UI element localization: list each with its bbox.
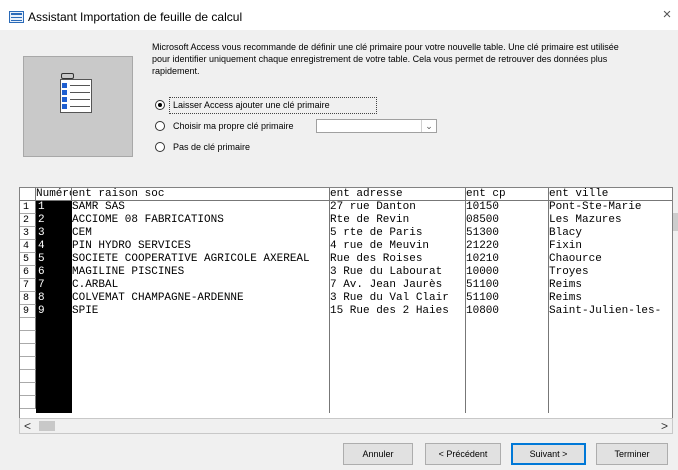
row-number[interactable]: 2 <box>20 214 36 227</box>
option-label: Choisir ma propre clé primaire <box>173 121 294 131</box>
row-number[interactable]: 7 <box>20 279 36 292</box>
column-header[interactable]: ent cp <box>466 188 549 201</box>
table-cell: 3 <box>38 227 45 239</box>
row-number[interactable] <box>20 370 36 383</box>
table-cell: 51100 <box>466 279 549 292</box>
previous-button[interactable]: < Précédent <box>425 443 501 465</box>
option-label: Pas de clé primaire <box>173 142 251 152</box>
title-bar: Assistant Importation de feuille de calc… <box>0 0 678 30</box>
table-cell: 7 <box>38 279 45 291</box>
table-cell: 7 Av. Jean Jaurès <box>330 279 466 292</box>
table-cell: PIN HYDRO SERVICES <box>72 240 330 253</box>
table-cell: SPIE <box>72 305 330 318</box>
table-cell: SOCIETE COOPERATIVE AGRICOLE AXEREAL <box>72 253 330 266</box>
wizard-illustration <box>23 56 133 157</box>
row-number[interactable] <box>20 344 36 357</box>
primary-key-combo[interactable]: ⌄ <box>316 119 437 133</box>
row-number[interactable]: 9 <box>20 305 36 318</box>
table-cell: 27 rue Danton <box>330 201 466 214</box>
window-title: Assistant Importation de feuille de calc… <box>28 10 243 24</box>
cancel-button[interactable]: Annuler <box>343 443 413 465</box>
data-preview-grid[interactable]: Numéro ent raison soc ent adresse ent cp… <box>19 187 673 419</box>
table-cell: Rte de Revin <box>330 214 466 227</box>
next-button[interactable]: Suivant > <box>511 443 586 465</box>
table-icon <box>60 79 92 113</box>
table-cell: 10000 <box>466 266 549 279</box>
scroll-right-icon[interactable]: > <box>661 420 668 433</box>
row-number[interactable]: 6 <box>20 266 36 279</box>
table-cell: 51300 <box>466 227 549 240</box>
column-header[interactable]: ent ville <box>549 188 672 201</box>
table-cell: 2 <box>38 214 45 226</box>
row-selector-header <box>20 188 36 201</box>
column-header[interactable]: ent adresse <box>330 188 466 201</box>
table-cell: SAMR SAS <box>72 201 330 214</box>
table-cell: 15 Rue des 2 Haies <box>330 305 466 318</box>
table-cell: 6 <box>38 266 45 278</box>
table-cell: Les Mazures <box>549 214 622 226</box>
close-icon[interactable]: × <box>658 6 676 24</box>
table-cell: 8 <box>38 292 45 304</box>
table-cell: 51100 <box>466 292 549 305</box>
scroll-left-icon[interactable]: < <box>24 420 31 433</box>
table-cell: Reims <box>549 279 583 291</box>
wizard-description: Microsoft Access vous recommande de défi… <box>152 42 619 76</box>
table-cell: 5 rte de Paris <box>330 227 466 240</box>
row-number[interactable] <box>20 318 36 331</box>
row-number[interactable]: 5 <box>20 253 36 266</box>
radio-button[interactable] <box>155 142 165 152</box>
table-cell: Fixin <box>549 240 583 252</box>
finish-button[interactable]: Terminer <box>596 443 668 465</box>
vertical-scroll-thumb[interactable] <box>673 213 678 231</box>
chevron-down-icon[interactable]: ⌄ <box>421 120 436 132</box>
table-cell: Chaource <box>549 253 602 265</box>
table-cell: 10210 <box>466 253 549 266</box>
table-cell: C.ARBAL <box>72 279 330 292</box>
spreadsheet-icon <box>9 11 24 23</box>
row-number[interactable]: 1 <box>20 201 36 214</box>
row-number[interactable] <box>20 357 36 370</box>
table-cell: 5 <box>38 253 45 265</box>
table-cell: 08500 <box>466 214 549 227</box>
row-number[interactable] <box>20 383 36 396</box>
row-number[interactable]: 3 <box>20 227 36 240</box>
table-cell: ACCIOME 08 FABRICATIONS <box>72 214 330 227</box>
table-cell: 3 Rue du Labourat <box>330 266 466 279</box>
row-number[interactable] <box>20 396 36 409</box>
table-cell: Blacy <box>549 227 583 239</box>
scroll-thumb[interactable] <box>39 421 55 431</box>
table-cell: MAGILINE PISCINES <box>72 266 330 279</box>
table-cell: CEM <box>72 227 330 240</box>
table-cell: Rue des Roises <box>330 253 466 266</box>
row-number[interactable]: 4 <box>20 240 36 253</box>
table-cell: 4 <box>38 240 45 252</box>
option-label: Laisser Access ajouter une clé primaire <box>173 100 330 110</box>
table-cell: 21220 <box>466 240 549 253</box>
table-cell: COLVEMAT CHAMPAGNE-ARDENNE <box>72 292 330 305</box>
table-cell: Saint-Julien-les- <box>549 305 662 317</box>
radio-button[interactable] <box>155 100 165 110</box>
radio-button[interactable] <box>155 121 165 131</box>
table-cell: 9 <box>38 305 45 317</box>
table-cell: Troyes <box>549 266 589 278</box>
column-header[interactable]: Numéro <box>36 188 72 201</box>
table-cell: 3 Rue du Val Clair <box>330 292 466 305</box>
table-cell: 1 <box>38 201 45 213</box>
table-cell: 10150 <box>466 201 549 214</box>
table-cell: Reims <box>549 292 583 304</box>
table-cell: Pont-Ste-Marie <box>549 201 642 213</box>
row-number[interactable] <box>20 331 36 344</box>
table-cell: 4 rue de Meuvin <box>330 240 466 253</box>
table-cell: 10800 <box>466 305 549 318</box>
row-number[interactable]: 8 <box>20 292 36 305</box>
column-header[interactable]: ent raison soc <box>72 188 330 201</box>
horizontal-scrollbar[interactable]: < > <box>19 418 673 434</box>
